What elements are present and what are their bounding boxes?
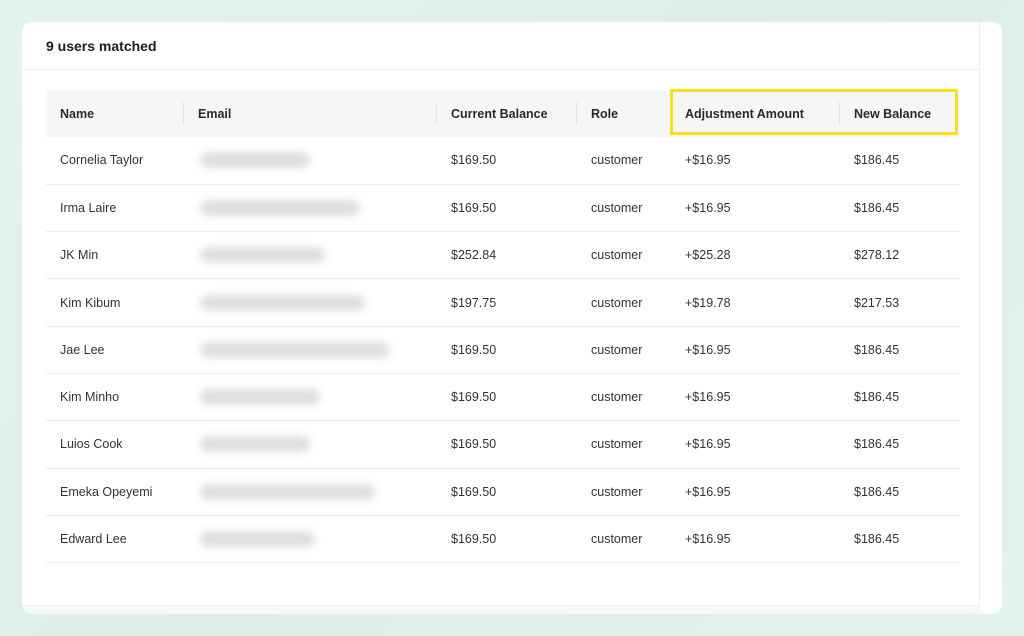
cell-role: customer <box>577 326 671 374</box>
cell-current-balance: $169.50 <box>437 326 577 374</box>
cell-name: JK Min <box>46 231 184 280</box>
cell-name: Irma Laire <box>46 184 184 233</box>
redacted-email <box>200 531 315 548</box>
redacted-email <box>200 389 320 406</box>
cell-new-balance: $186.45 <box>840 468 960 516</box>
cell-role: customer <box>577 231 671 280</box>
cell-new-balance: $186.45 <box>840 137 960 185</box>
card-footer-strip <box>22 606 980 614</box>
cell-role: customer <box>577 373 671 422</box>
cell-email <box>184 468 437 516</box>
cell-current-balance: $169.50 <box>437 468 577 516</box>
cell-name: Kim Minho <box>46 373 184 422</box>
column-header-role[interactable]: Role <box>577 90 671 137</box>
cell-adjustment-amount: +$16.95 <box>671 184 840 233</box>
cell-email <box>184 184 437 233</box>
redacted-email <box>200 341 390 358</box>
cell-adjustment-amount: +$19.78 <box>671 278 840 327</box>
column-header-name[interactable]: Name <box>46 90 184 137</box>
redacted-email <box>200 483 375 500</box>
table-row[interactable]: Kim Minho $169.50 customer +$16.95 $186.45 <box>46 373 960 422</box>
redacted-email <box>200 152 310 169</box>
table-row[interactable]: Edward Lee $169.50 customer +$16.95 $186.45 <box>46 515 960 564</box>
cell-new-balance: $186.45 <box>840 373 960 422</box>
cell-current-balance: $169.50 <box>437 184 577 233</box>
table-row[interactable]: Emeka Opeyemi $169.50 customer +$16.95 $186.… <box>46 468 960 516</box>
cell-adjustment-amount: +$16.95 <box>671 326 840 374</box>
cell-role: customer <box>577 278 671 327</box>
column-header-email[interactable]: Email <box>184 90 437 137</box>
cell-email <box>184 137 437 185</box>
results-header: 9 users matched <box>22 22 980 70</box>
results-panel: 9 users matched Name Email Current Balan… <box>22 22 980 606</box>
cell-name: Kim Kibum <box>46 278 184 327</box>
cell-name: Cornelia Taylor <box>46 137 184 185</box>
cell-role: customer <box>577 420 671 469</box>
cell-email <box>184 373 437 422</box>
cell-email <box>184 231 437 280</box>
redacted-email <box>200 247 325 264</box>
cell-current-balance: $169.50 <box>437 420 577 469</box>
cell-current-balance: $197.75 <box>437 278 577 327</box>
table-row[interactable]: JK Min $252.84 customer +$25.28 $278.12 <box>46 231 960 280</box>
table-row[interactable]: Luios Cook $169.50 customer +$16.95 $186.45 <box>46 420 960 469</box>
cell-new-balance: $186.45 <box>840 326 960 374</box>
cell-name: Edward Lee <box>46 515 184 564</box>
cell-email <box>184 278 437 327</box>
cell-role: customer <box>577 468 671 516</box>
table-row[interactable]: Kim Kibum $197.75 customer +$19.78 $217.53 <box>46 278 960 327</box>
table-row[interactable]: Cornelia Taylor $169.50 customer +$16.95 $18… <box>46 137 960 185</box>
cell-new-balance: $186.45 <box>840 515 960 564</box>
cell-current-balance: $169.50 <box>437 373 577 422</box>
cell-role: customer <box>577 515 671 564</box>
cell-adjustment-amount: +$16.95 <box>671 137 840 185</box>
redacted-email <box>200 199 360 216</box>
cell-email <box>184 420 437 469</box>
matched-count-title: 9 users matched <box>46 38 157 54</box>
redacted-email <box>200 436 310 453</box>
cell-new-balance: $217.53 <box>840 278 960 327</box>
cell-email <box>184 515 437 564</box>
cell-new-balance: $186.45 <box>840 420 960 469</box>
users-table: Name Email Current Balance Role Adjustme… <box>46 90 960 564</box>
column-header-adjustment-amount[interactable]: Adjustment Amount <box>671 90 840 137</box>
column-header-new-balance[interactable]: New Balance <box>840 90 960 137</box>
cell-role: customer <box>577 184 671 233</box>
cell-adjustment-amount: +$25.28 <box>671 231 840 280</box>
cell-adjustment-amount: +$16.95 <box>671 515 840 564</box>
cell-email <box>184 326 437 374</box>
cell-adjustment-amount: +$16.95 <box>671 373 840 422</box>
table-row[interactable]: Jae Lee $169.50 customer +$16.95 $186.45 <box>46 326 960 374</box>
cell-adjustment-amount: +$16.95 <box>671 468 840 516</box>
users-card: 9 users matched Name Email Current Balan… <box>22 22 1002 614</box>
cell-new-balance: $278.12 <box>840 231 960 280</box>
column-header-current-balance[interactable]: Current Balance <box>437 90 577 137</box>
cell-role: customer <box>577 137 671 185</box>
cell-new-balance: $186.45 <box>840 184 960 233</box>
cell-adjustment-amount: +$16.95 <box>671 420 840 469</box>
redacted-email <box>200 294 365 311</box>
cell-name: Jae Lee <box>46 326 184 374</box>
cell-current-balance: $169.50 <box>437 137 577 185</box>
cell-name: Luios Cook <box>46 420 184 469</box>
cell-current-balance: $169.50 <box>437 515 577 564</box>
table-body: Cornelia Taylor $169.50 customer +$16.95 $18… <box>46 137 960 564</box>
cell-name: Emeka Opeyemi <box>46 468 184 516</box>
cell-current-balance: $252.84 <box>437 231 577 280</box>
table-row[interactable]: Irma Laire $169.50 customer +$16.95 $186.45 <box>46 184 960 233</box>
table-header-row: Name Email Current Balance Role Adjustme… <box>46 90 960 137</box>
